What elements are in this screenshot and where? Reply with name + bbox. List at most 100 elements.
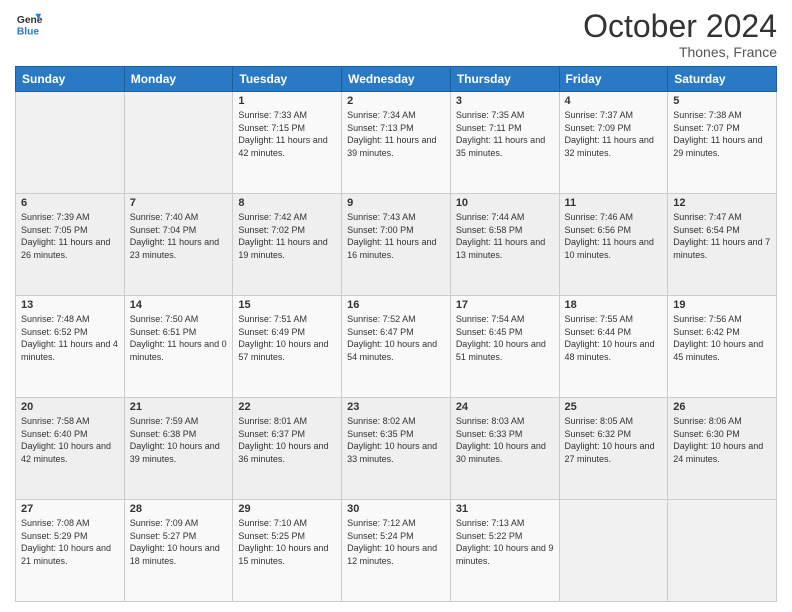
- day-number: 6: [21, 197, 119, 209]
- cell-info: Sunrise: 7:59 AMSunset: 6:38 PMDaylight:…: [130, 416, 220, 464]
- cell-info: Sunrise: 7:44 AMSunset: 6:58 PMDaylight:…: [456, 212, 545, 260]
- day-number: 3: [456, 95, 554, 107]
- cell-info: Sunrise: 7:12 AMSunset: 5:24 PMDaylight:…: [347, 518, 437, 566]
- calendar-cell: 1 Sunrise: 7:33 AMSunset: 7:15 PMDaylight…: [233, 92, 342, 194]
- svg-text:Blue: Blue: [17, 26, 40, 37]
- calendar-cell: 12 Sunrise: 7:47 AMSunset: 6:54 PMDayligh…: [668, 194, 777, 296]
- day-number: 16: [347, 299, 445, 311]
- calendar-body: 1 Sunrise: 7:33 AMSunset: 7:15 PMDaylight…: [16, 92, 777, 602]
- cell-info: Sunrise: 7:47 AMSunset: 6:54 PMDaylight:…: [673, 212, 770, 260]
- calendar-cell: 2 Sunrise: 7:34 AMSunset: 7:13 PMDaylight…: [342, 92, 451, 194]
- calendar-cell: [16, 92, 125, 194]
- calendar-header: SundayMondayTuesdayWednesdayThursdayFrid…: [16, 67, 777, 92]
- calendar-cell: [124, 92, 233, 194]
- day-number: 10: [456, 197, 554, 209]
- day-number: 21: [130, 401, 228, 413]
- calendar-cell: 28Sunrise: 7:09 AMSunset: 5:27 PMDayligh…: [124, 500, 233, 602]
- cell-info: Sunrise: 7:39 AMSunset: 7:05 PMDaylight:…: [21, 212, 110, 260]
- calendar-cell: 8 Sunrise: 7:42 AMSunset: 7:02 PMDaylight…: [233, 194, 342, 296]
- cell-info: Sunrise: 7:42 AMSunset: 7:02 PMDaylight:…: [238, 212, 327, 260]
- calendar-cell: 23 Sunrise: 8:02 AMSunset: 6:35 PMDayligh…: [342, 398, 451, 500]
- cell-info: Sunrise: 8:05 AMSunset: 6:32 PMDaylight:…: [565, 416, 655, 464]
- cell-info: Sunrise: 7:10 AMSunset: 5:25 PMDaylight:…: [238, 518, 328, 566]
- cell-info: Sunrise: 7:54 AMSunset: 6:45 PMDaylight:…: [456, 314, 546, 362]
- header-day: Friday: [559, 67, 668, 92]
- day-number: 30: [347, 503, 445, 515]
- header: General Blue October 2024 Thones, France: [15, 10, 777, 60]
- calendar-cell: 5 Sunrise: 7:38 AMSunset: 7:07 PMDaylight…: [668, 92, 777, 194]
- calendar-cell: 6 Sunrise: 7:39 AMSunset: 7:05 PMDaylight…: [16, 194, 125, 296]
- day-number: 15: [238, 299, 336, 311]
- calendar-cell: 7 Sunrise: 7:40 AMSunset: 7:04 PMDaylight…: [124, 194, 233, 296]
- day-number: 20: [21, 401, 119, 413]
- header-day: Tuesday: [233, 67, 342, 92]
- calendar-cell: 9Sunrise: 7:43 AMSunset: 7:00 PMDaylight…: [342, 194, 451, 296]
- calendar-cell: 3Sunrise: 7:35 AMSunset: 7:11 PMDaylight…: [450, 92, 559, 194]
- cell-info: Sunrise: 7:08 AMSunset: 5:29 PMDaylight:…: [21, 518, 111, 566]
- calendar-cell: 26Sunrise: 8:06 AMSunset: 6:30 PMDayligh…: [668, 398, 777, 500]
- day-number: 1: [238, 95, 336, 107]
- day-number: 19: [673, 299, 771, 311]
- header-day: Wednesday: [342, 67, 451, 92]
- day-number: 5: [673, 95, 771, 107]
- cell-info: Sunrise: 8:03 AMSunset: 6:33 PMDaylight:…: [456, 416, 546, 464]
- cell-info: Sunrise: 7:46 AMSunset: 6:56 PMDaylight:…: [565, 212, 654, 260]
- day-number: 23: [347, 401, 445, 413]
- cell-info: Sunrise: 8:06 AMSunset: 6:30 PMDaylight:…: [673, 416, 763, 464]
- day-number: 27: [21, 503, 119, 515]
- logo-icon: General Blue: [15, 10, 43, 38]
- cell-info: Sunrise: 8:01 AMSunset: 6:37 PMDaylight:…: [238, 416, 328, 464]
- cell-info: Sunrise: 7:40 AMSunset: 7:04 PMDaylight:…: [130, 212, 219, 260]
- calendar-cell: 19 Sunrise: 7:56 AMSunset: 6:42 PMDayligh…: [668, 296, 777, 398]
- cell-info: Sunrise: 7:58 AMSunset: 6:40 PMDaylight:…: [21, 416, 111, 464]
- day-number: 17: [456, 299, 554, 311]
- calendar-table: SundayMondayTuesdayWednesdayThursdayFrid…: [15, 66, 777, 602]
- day-number: 12: [673, 197, 771, 209]
- day-number: 7: [130, 197, 228, 209]
- cell-info: Sunrise: 7:55 AMSunset: 6:44 PMDaylight:…: [565, 314, 655, 362]
- day-number: 8: [238, 197, 336, 209]
- calendar-cell: 17 Sunrise: 7:54 AMSunset: 6:45 PMDayligh…: [450, 296, 559, 398]
- calendar-cell: 30 Sunrise: 7:12 AMSunset: 5:24 PMDayligh…: [342, 500, 451, 602]
- day-number: 22: [238, 401, 336, 413]
- cell-info: Sunrise: 7:38 AMSunset: 7:07 PMDaylight:…: [673, 110, 762, 158]
- title-area: October 2024 Thones, France: [583, 10, 777, 60]
- cell-info: Sunrise: 7:13 AMSunset: 5:22 PMDaylight:…: [456, 518, 554, 566]
- day-number: 13: [21, 299, 119, 311]
- calendar-cell: 24 Sunrise: 8:03 AMSunset: 6:33 PMDayligh…: [450, 398, 559, 500]
- cell-info: Sunrise: 8:02 AMSunset: 6:35 PMDaylight:…: [347, 416, 437, 464]
- calendar-cell: 22 Sunrise: 8:01 AMSunset: 6:37 PMDayligh…: [233, 398, 342, 500]
- calendar-cell: 27 Sunrise: 7:08 AMSunset: 5:29 PMDayligh…: [16, 500, 125, 602]
- logo: General Blue: [15, 10, 43, 38]
- cell-info: Sunrise: 7:56 AMSunset: 6:42 PMDaylight:…: [673, 314, 763, 362]
- calendar-week: 27 Sunrise: 7:08 AMSunset: 5:29 PMDayligh…: [16, 500, 777, 602]
- day-number: 9: [347, 197, 445, 209]
- calendar-cell: 31Sunrise: 7:13 AMSunset: 5:22 PMDayligh…: [450, 500, 559, 602]
- calendar-week: 20 Sunrise: 7:58 AMSunset: 6:40 PMDayligh…: [16, 398, 777, 500]
- header-day: Saturday: [668, 67, 777, 92]
- header-day: Thursday: [450, 67, 559, 92]
- calendar-week: 13Sunrise: 7:48 AMSunset: 6:52 PMDayligh…: [16, 296, 777, 398]
- calendar-cell: 11 Sunrise: 7:46 AMSunset: 6:56 PMDayligh…: [559, 194, 668, 296]
- calendar-cell: 4Sunrise: 7:37 AMSunset: 7:09 PMDaylight…: [559, 92, 668, 194]
- calendar-cell: 15Sunrise: 7:51 AMSunset: 6:49 PMDayligh…: [233, 296, 342, 398]
- calendar-cell: [668, 500, 777, 602]
- calendar-cell: 25 Sunrise: 8:05 AMSunset: 6:32 PMDayligh…: [559, 398, 668, 500]
- calendar-cell: 21 Sunrise: 7:59 AMSunset: 6:38 PMDayligh…: [124, 398, 233, 500]
- calendar-cell: 14Sunrise: 7:50 AMSunset: 6:51 PMDayligh…: [124, 296, 233, 398]
- day-number: 18: [565, 299, 663, 311]
- calendar-cell: 16Sunrise: 7:52 AMSunset: 6:47 PMDayligh…: [342, 296, 451, 398]
- cell-info: Sunrise: 7:34 AMSunset: 7:13 PMDaylight:…: [347, 110, 436, 158]
- location: Thones, France: [583, 44, 777, 60]
- day-number: 24: [456, 401, 554, 413]
- header-day: Sunday: [16, 67, 125, 92]
- day-number: 11: [565, 197, 663, 209]
- header-day: Monday: [124, 67, 233, 92]
- cell-info: Sunrise: 7:33 AMSunset: 7:15 PMDaylight:…: [238, 110, 327, 158]
- month-title: October 2024: [583, 10, 777, 42]
- calendar-week: 6 Sunrise: 7:39 AMSunset: 7:05 PMDaylight…: [16, 194, 777, 296]
- day-number: 25: [565, 401, 663, 413]
- day-number: 28: [130, 503, 228, 515]
- day-number: 14: [130, 299, 228, 311]
- day-number: 2: [347, 95, 445, 107]
